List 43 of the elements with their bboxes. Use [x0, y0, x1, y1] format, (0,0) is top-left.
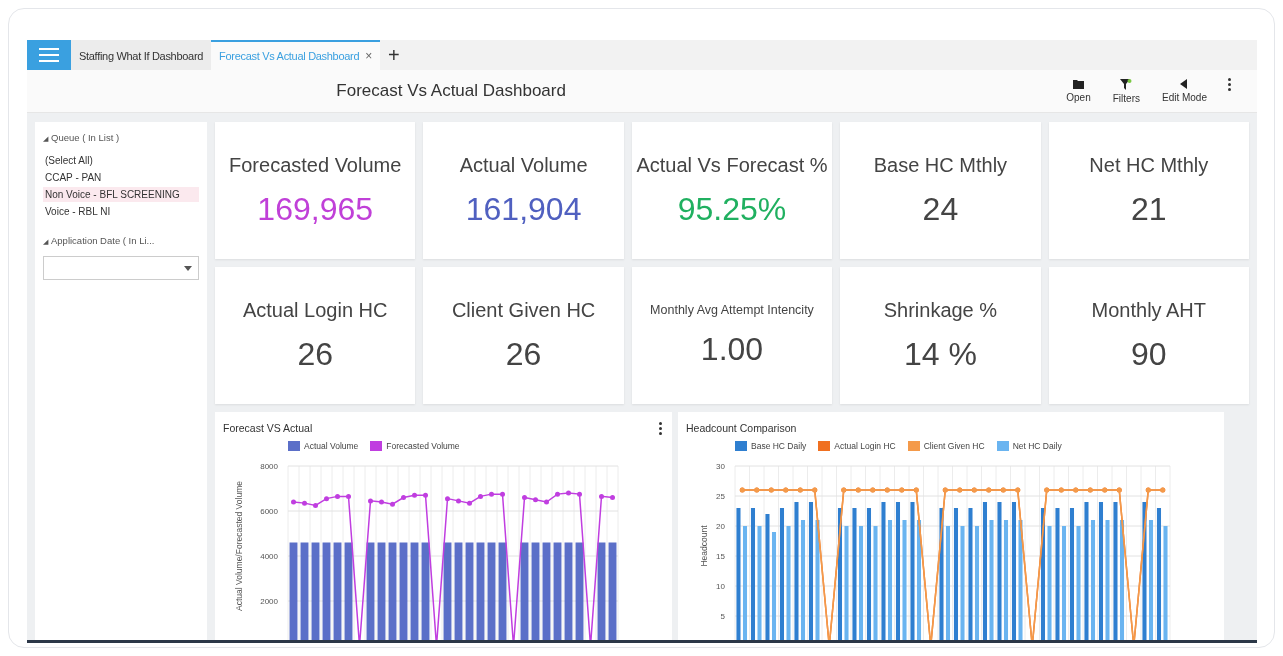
chart-title: Forecast VS Actual [222, 421, 314, 434]
legend-label: Base HC Daily [751, 441, 807, 451]
kpi-value: 169,965 [257, 190, 374, 228]
kpi-value: 21 [1131, 190, 1167, 228]
axis-tick-label: 8000 [260, 462, 278, 471]
kpi-value: 24 [922, 190, 959, 228]
kpi-label: Actual Login HC [242, 298, 388, 322]
kpi-value: 14 % [903, 335, 977, 373]
kpi-label: Monthly AHT [1091, 298, 1207, 322]
axis-tick-label: 10 [716, 582, 725, 591]
legend-label: Client Given HC [923, 441, 985, 451]
axis-title: Headcount [699, 525, 709, 567]
kpi-value: 95.25% [677, 190, 787, 228]
axis-tick-label: 5 [720, 612, 725, 621]
kpi-label: Base HC Mthly [873, 153, 1008, 177]
axis-tick-label: 6000 [260, 507, 278, 516]
legend-label: Net HC Daily [1012, 441, 1062, 451]
axis-tick-label: 20 [716, 522, 725, 531]
axis-tick-label: 4000 [260, 552, 278, 561]
axis-tick-label: 25 [716, 492, 725, 501]
kpi-label: Shrinkage % [883, 298, 998, 322]
dashboard-title: Forecast Vs Actual Dashboard [335, 81, 567, 101]
kpi-label: Monthly Avg Attempt Intencity [650, 303, 814, 317]
legend-label: Actual Volume [304, 441, 359, 451]
tab-label: Staffing What If Dashboard [79, 50, 204, 62]
legend-label: Actual Login HC [834, 441, 896, 451]
kpi-value: 26 [297, 335, 333, 373]
kpi-label: Client Given HC [451, 298, 596, 322]
kpi-label: Forecasted Volume [229, 153, 402, 177]
kpi-label: Net HC Mthly [1089, 153, 1209, 177]
kpi-value: 1.00 [700, 331, 764, 368]
kpi-label: Actual Vs Forecast % [636, 153, 828, 177]
kpi-label: Actual Volume [459, 153, 588, 177]
axis-title: Actual Volume/Forecasted Volume [234, 481, 244, 611]
tab-label: Forecast Vs Actual Dashboard [219, 50, 360, 62]
chart-title: Headcount Comparison [685, 421, 798, 434]
axis-tick-label: 2000 [260, 597, 278, 606]
axis-tick-label: 30 [716, 462, 725, 471]
kpi-value: 90 [1131, 335, 1167, 373]
kpi-value: 161,904 [465, 190, 582, 228]
legend-label: Forecasted Volume [386, 441, 460, 451]
axis-tick-label: 15 [716, 552, 725, 561]
kpi-value: 26 [505, 335, 542, 373]
